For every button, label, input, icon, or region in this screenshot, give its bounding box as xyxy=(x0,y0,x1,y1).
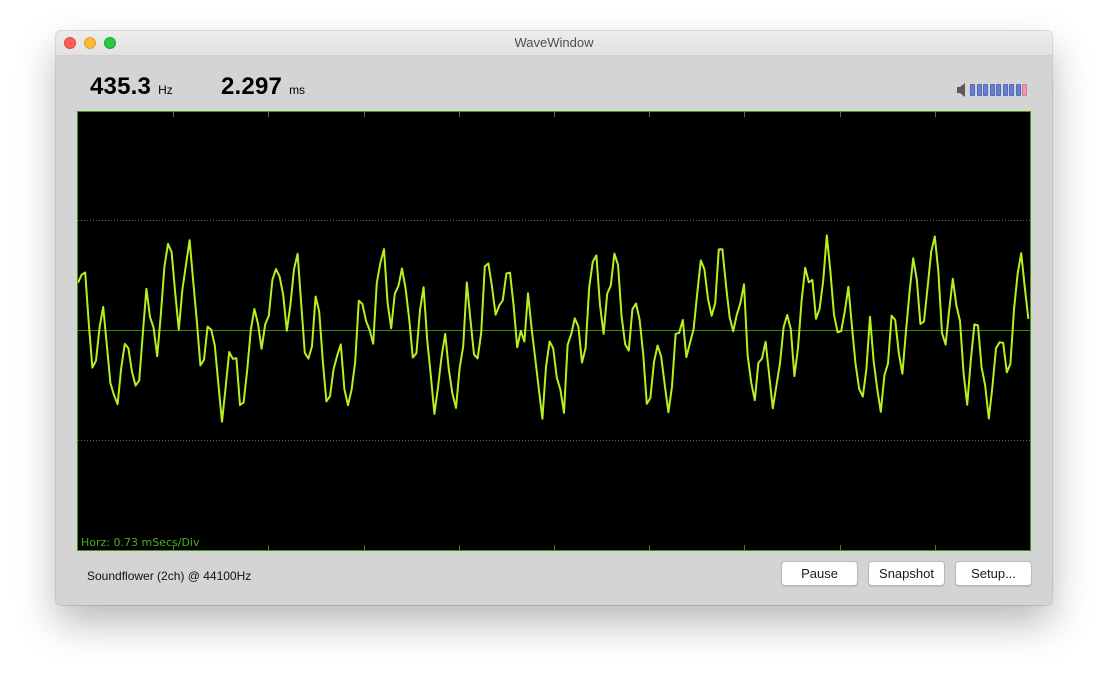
wave-window: WaveWindow 435.3 Hz 2.297 ms Horz: 0.73 xyxy=(56,31,1052,605)
volume-bar xyxy=(1002,84,1008,96)
frequency-unit: Hz xyxy=(158,83,173,97)
frequency-value: 435.3 xyxy=(90,73,152,100)
snapshot-button[interactable]: Snapshot xyxy=(868,561,945,586)
volume-bar xyxy=(1015,84,1021,96)
input-device-label: Soundflower (2ch) @ 44100Hz xyxy=(87,569,252,583)
volume-bar xyxy=(996,84,1001,96)
volume-bar xyxy=(1009,84,1014,96)
volume-control[interactable] xyxy=(956,81,1036,99)
period-readout: 2.297 ms xyxy=(221,73,305,103)
oscilloscope-display[interactable]: Horz: 0.73 mSecs/Div xyxy=(77,111,1031,551)
waveform-trace xyxy=(78,234,1030,423)
period-value: 2.297 xyxy=(221,73,283,100)
volume-level-meter xyxy=(970,84,1029,96)
pause-button[interactable]: Pause xyxy=(781,561,858,586)
window-title: WaveWindow xyxy=(514,35,594,50)
volume-bar xyxy=(976,84,982,96)
scope-grid xyxy=(78,112,1030,550)
volume-bar xyxy=(989,84,995,96)
title-bar[interactable]: WaveWindow xyxy=(56,31,1052,56)
volume-bar xyxy=(983,84,988,96)
volume-bar xyxy=(970,84,975,96)
speaker-icon xyxy=(957,83,965,97)
frequency-readout: 435.3 Hz xyxy=(90,73,173,103)
setup-button[interactable]: Setup... xyxy=(955,561,1032,586)
oscilloscope-plot xyxy=(78,112,1030,550)
volume-peak-bar xyxy=(1022,84,1027,96)
period-unit: ms xyxy=(289,83,306,97)
horizontal-scale-label: Horz: 0.73 mSecs/Div xyxy=(81,536,200,549)
